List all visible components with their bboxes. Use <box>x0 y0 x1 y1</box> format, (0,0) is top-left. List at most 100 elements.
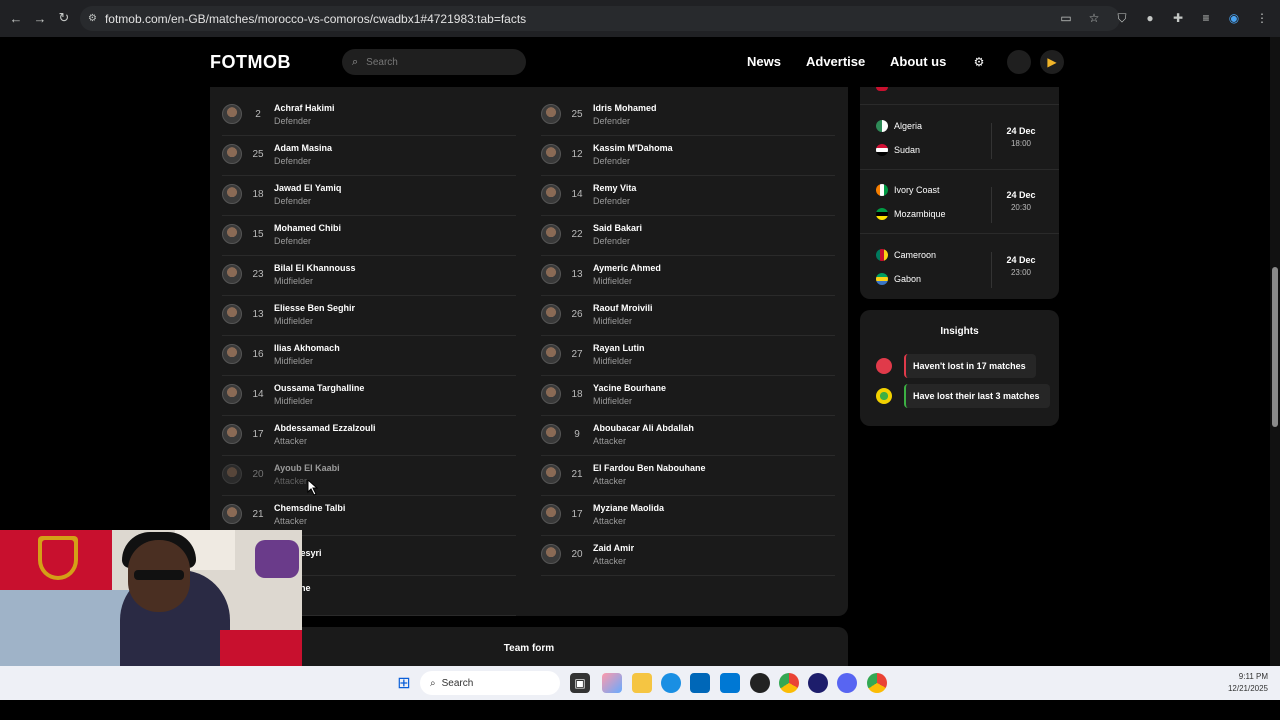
taskbar-clock[interactable]: 9:11 PM 12/21/2025 <box>1228 671 1268 695</box>
task-view-icon[interactable]: ▣ <box>570 673 590 693</box>
player-row[interactable]: 20 Ayoub El Kaabi Attacker <box>222 454 512 494</box>
player-row[interactable]: 18 Jawad El Yamiq Defender <box>222 174 512 214</box>
copilot-icon[interactable] <box>602 673 622 693</box>
player-row[interactable]: 26 Raouf Mroivili Midfielder <box>541 294 831 334</box>
player-row[interactable]: 13 Aymeric Ahmed Midfielder <box>541 254 831 294</box>
discord-icon[interactable] <box>837 673 857 693</box>
fixture-row[interactable]: Ivory Coast Mozambique 24 Dec 20:30 <box>860 173 1059 237</box>
ivory-coast-flag-icon <box>876 184 888 196</box>
search-icon: ⌕ <box>430 677 436 689</box>
player-info: Bilal El Khannouss Midfielder <box>274 263 356 286</box>
player-row[interactable]: 18 Yacine Bourhane Midfielder <box>541 374 831 414</box>
settings-gear-icon[interactable]: ⚙ <box>967 50 991 74</box>
address-bar[interactable]: ⚙ fotmob.com/en-GB/matches/morocco-vs-co… <box>80 6 1120 31</box>
player-info: El Fardou Ben Nabouhane Attacker <box>593 463 706 486</box>
player-row[interactable]: 16 Ilias Akhomach Midfielder <box>222 334 512 374</box>
player-number: 9 <box>574 428 580 440</box>
nav-about-us[interactable]: About us <box>890 54 946 69</box>
app-circle-icon[interactable] <box>808 673 828 693</box>
player-name: Idris Mohamed <box>593 102 657 113</box>
fixture-row[interactable]: Algeria Sudan 24 Dec 18:00 <box>860 109 1059 173</box>
nav-advertise[interactable]: Advertise <box>806 54 865 69</box>
more-menu-icon[interactable]: ⋮ <box>1250 6 1274 30</box>
fotmob-logo[interactable]: FOTMOB <box>210 52 291 73</box>
player-position: Defender <box>593 195 631 206</box>
fixture-away-team: Sudan <box>876 144 920 156</box>
file-explorer-icon[interactable] <box>632 673 652 693</box>
chrome-icon[interactable] <box>779 673 799 693</box>
player-name: Jawad El Yamiq <box>274 182 342 193</box>
player-info: Aymeric Ahmed Midfielder <box>593 263 661 286</box>
chrome-profile-icon[interactable] <box>867 673 887 693</box>
insight-item[interactable]: Haven't lost in 17 matches <box>876 354 1046 378</box>
media-icon[interactable]: ≡ <box>1194 6 1218 30</box>
puzzle-icon[interactable]: ✚ <box>1166 6 1190 30</box>
reload-icon[interactable]: ↻ <box>52 6 76 30</box>
player-position: Defender <box>274 235 312 246</box>
player-row[interactable]: 23 Bilal El Khannouss Midfielder <box>222 254 512 294</box>
search-input[interactable]: ⌕ Search <box>342 49 526 75</box>
windows-start-icon[interactable]: ⊞ <box>394 673 414 693</box>
back-icon[interactable]: ← <box>4 6 28 30</box>
player-row[interactable]: 17 Abdessamad Ezzalzouli Attacker <box>222 414 512 454</box>
page-scrollbar[interactable] <box>1270 37 1280 666</box>
player-avatar <box>541 544 561 564</box>
clock-time: 9:11 PM <box>1238 672 1268 681</box>
player-row[interactable]: 17 Myziane Maolida Attacker <box>541 494 831 534</box>
insight-item[interactable]: Have lost their last 3 matches <box>876 384 1050 408</box>
player-row[interactable]: 21 Chemsdine Talbi Attacker <box>222 494 512 534</box>
sunglasses <box>134 570 184 580</box>
player-number: 17 <box>252 428 264 440</box>
fixture-home-team: Algeria <box>876 120 922 132</box>
player-info: Remy Vita Defender <box>593 183 636 206</box>
edge-icon[interactable] <box>661 673 681 693</box>
player-row[interactable]: 25 Idris Mohamed Defender <box>541 94 831 134</box>
player-position: Attacker <box>274 515 308 526</box>
windows-taskbar: ⊞ ⌕ Search ▣ 9:11 PM 12/21/2025 <box>0 666 1280 700</box>
player-row[interactable]: 14 Oussama Targhalline Midfielder <box>222 374 512 414</box>
comoros-team-icon <box>876 388 892 404</box>
player-row[interactable]: 25 Adam Masina Defender <box>222 134 512 174</box>
outlook-icon[interactable] <box>720 673 740 693</box>
bookmark-star-icon[interactable]: ☆ <box>1082 6 1106 30</box>
player-row[interactable]: 13 Eliesse Ben Seghir Midfielder <box>222 294 512 334</box>
player-row[interactable]: 12 Kassim M'Dahoma Defender <box>541 134 831 174</box>
player-name: Adam Masina <box>274 142 333 153</box>
taskbar-search[interactable]: ⌕ Search <box>420 671 560 695</box>
player-name: Ilias Akhomach <box>274 342 340 353</box>
player-name: Eliesse Ben Seghir <box>274 302 356 313</box>
cast-icon[interactable]: ▭ <box>1054 6 1078 30</box>
apple-app-icon[interactable] <box>1007 50 1031 74</box>
url-text: fotmob.com/en-GB/matches/morocco-vs-como… <box>104 11 527 26</box>
google-play-icon[interactable]: ▶ <box>1040 50 1064 74</box>
player-position: Midfielder <box>593 275 633 286</box>
fixture-row[interactable]: Cameroon Gabon 24 Dec 23:00 <box>860 238 1059 302</box>
player-row[interactable]: 21 El Fardou Ben Nabouhane Attacker <box>541 454 831 494</box>
player-row[interactable]: 9 Aboubacar Ali Abdallah Attacker <box>541 414 831 454</box>
player-avatar <box>222 144 242 164</box>
app-icon[interactable] <box>750 673 770 693</box>
scrollbar-thumb[interactable] <box>1272 267 1278 427</box>
store-icon[interactable] <box>690 673 710 693</box>
nav-news[interactable]: News <box>747 54 781 69</box>
player-row[interactable]: 15 Mohamed Chibi Defender <box>222 214 512 254</box>
player-name: Raouf Mroivili <box>593 302 653 313</box>
profile-icon[interactable]: ◉ <box>1222 6 1246 30</box>
site-header: FOTMOB ⌕ Search News Advertise About us … <box>0 37 1270 87</box>
player-number: 22 <box>571 228 583 240</box>
shield-icon[interactable]: ⛉ <box>1110 6 1134 30</box>
plush-toy <box>255 540 299 578</box>
player-row[interactable]: 27 Rayan Lutin Midfielder <box>541 334 831 374</box>
site-info-icon[interactable]: ⚙ <box>88 13 97 24</box>
player-name: Kassim M'Dahoma <box>593 142 673 153</box>
player-row[interactable]: 20 Zaid Amir Attacker <box>541 534 831 574</box>
player-row[interactable]: 22 Said Bakari Defender <box>541 214 831 254</box>
player-avatar <box>222 184 242 204</box>
extension-circle-icon[interactable]: ● <box>1138 6 1162 30</box>
player-row[interactable]: 14 Remy Vita Defender <box>541 174 831 214</box>
forward-icon[interactable]: → <box>28 6 52 30</box>
player-position: Midfielder <box>274 275 314 286</box>
player-avatar <box>541 184 561 204</box>
player-avatar <box>541 344 561 364</box>
player-row[interactable]: 2 Achraf Hakimi Defender <box>222 94 512 134</box>
